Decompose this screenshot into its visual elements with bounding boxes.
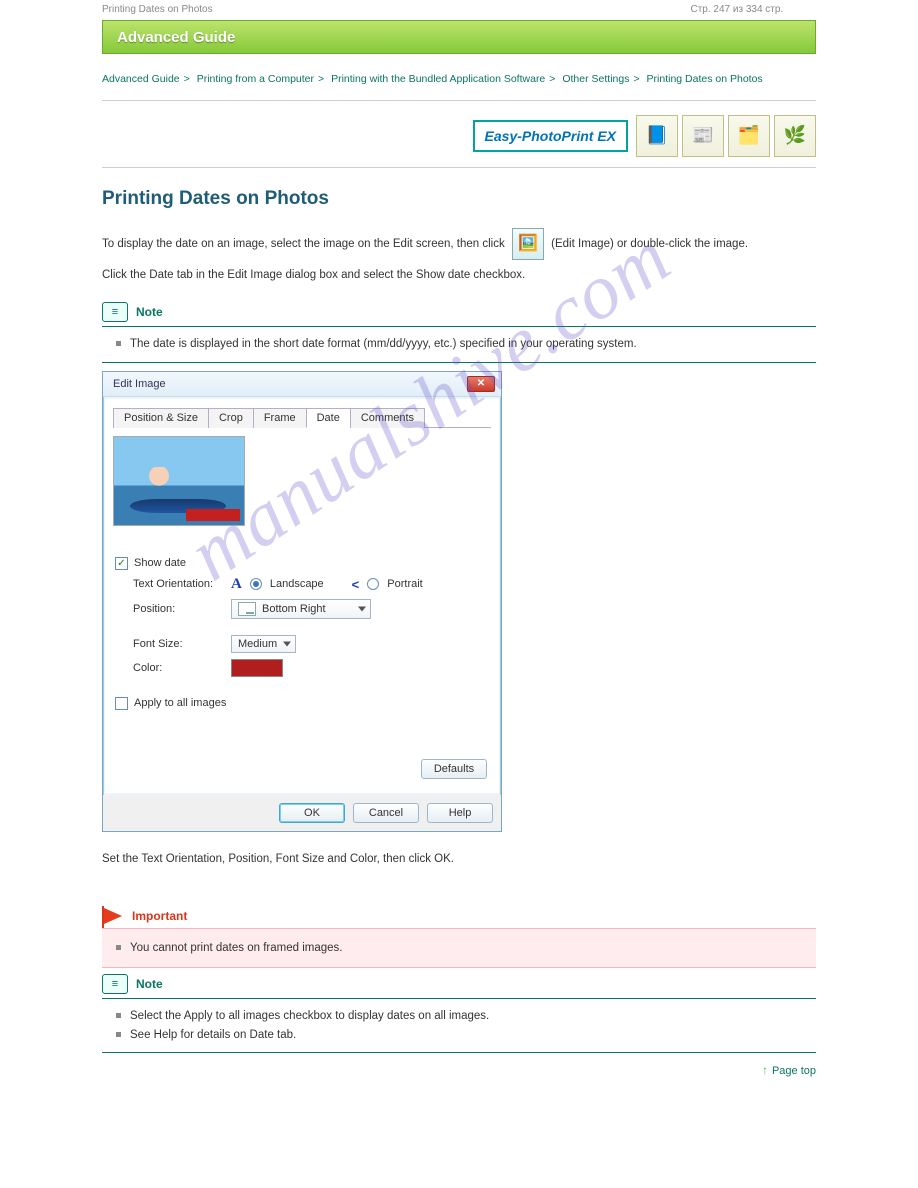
- page-number: Стр. 247 из 334 стр.: [691, 4, 784, 15]
- orientation-landscape-radio[interactable]: [250, 578, 262, 590]
- note-list: The date is displayed in the short date …: [102, 331, 816, 357]
- banner: Advanced Guide: [102, 20, 816, 54]
- position-select[interactable]: Bottom Right: [231, 599, 371, 619]
- list-item: The date is displayed in the short date …: [130, 335, 816, 353]
- list-item: Select the Apply to all images checkbox …: [130, 1007, 816, 1025]
- image-preview: [113, 436, 245, 526]
- note-icon: ≡: [102, 974, 128, 994]
- after-dialog-text: Set the Text Orientation, Position, Font…: [102, 850, 816, 868]
- color-label: Color:: [133, 662, 223, 674]
- thumb-sticker-icon[interactable]: 🌿: [774, 115, 816, 157]
- list-item: See Help for details on Date tab.: [130, 1026, 816, 1044]
- defaults-button[interactable]: Defaults: [421, 759, 487, 779]
- orientation-label: Text Orientation:: [133, 578, 223, 590]
- up-arrow-icon: ↑: [762, 1063, 772, 1077]
- important-title: Important: [132, 909, 187, 923]
- flag-icon: [102, 908, 124, 924]
- apply-all-checkbox[interactable]: [115, 697, 128, 710]
- cancel-button[interactable]: Cancel: [353, 803, 419, 823]
- thumb-album-icon[interactable]: 📘: [636, 115, 678, 157]
- dialog-title: Edit Image: [113, 378, 166, 390]
- page-title: Printing Dates on Photos: [102, 188, 816, 210]
- tab-comments[interactable]: Comments: [350, 408, 425, 428]
- bc-item[interactable]: Printing from a Computer: [197, 73, 314, 85]
- apply-all-label: Apply to all images: [134, 697, 226, 709]
- landscape-icon: A: [231, 576, 242, 593]
- orientation-portrait-radio[interactable]: [367, 578, 379, 590]
- thumb-grid-icon[interactable]: 🗂️: [728, 115, 770, 157]
- note-title: Note: [136, 977, 163, 991]
- position-swatch-icon: [238, 602, 256, 616]
- orientation-landscape-text: Landscape: [270, 578, 324, 590]
- bc-item: Printing Dates on Photos: [647, 73, 763, 85]
- help-button[interactable]: Help: [427, 803, 493, 823]
- bc-item[interactable]: Advanced Guide: [102, 73, 180, 85]
- color-picker[interactable]: [231, 659, 283, 677]
- show-date-label: Show date: [134, 557, 186, 569]
- easy-photoprint-badge: Easy-PhotoPrint EX: [473, 120, 628, 152]
- orientation-portrait-text: Portrait: [387, 578, 422, 590]
- page-header-label: Printing Dates on Photos: [102, 4, 213, 15]
- intro-para-2: Click the Date tab in the Edit Image dia…: [102, 266, 816, 284]
- fontsize-select[interactable]: Medium: [231, 635, 296, 653]
- list-item: You cannot print dates on framed images.: [130, 939, 816, 957]
- page-top-link[interactable]: ↑Page top: [102, 1063, 816, 1077]
- breadcrumb: Advanced Guide> Printing from a Computer…: [102, 68, 816, 96]
- show-date-checkbox[interactable]: ✓: [115, 557, 128, 570]
- edit-image-dialog: Edit Image ✕ Position & Size Crop Frame …: [102, 371, 502, 832]
- intro-para: To display the date on an image, select …: [102, 228, 816, 260]
- note-title: Note: [136, 305, 163, 319]
- thumb-newspaper-icon[interactable]: 📰: [682, 115, 724, 157]
- banner-title: Advanced Guide: [117, 29, 235, 46]
- position-label: Position:: [133, 603, 223, 615]
- bc-item[interactable]: Other Settings: [562, 73, 629, 85]
- date-overlay-preview: [186, 509, 240, 521]
- bc-item[interactable]: Printing with the Bundled Application So…: [331, 73, 545, 85]
- close-button[interactable]: ✕: [467, 376, 495, 392]
- fontsize-label: Font Size:: [133, 638, 223, 650]
- note-icon: ≡: [102, 302, 128, 322]
- portrait-icon: <: [352, 577, 360, 592]
- tab-position-size[interactable]: Position & Size: [113, 408, 209, 428]
- tab-crop[interactable]: Crop: [208, 408, 254, 428]
- edit-image-icon[interactable]: 🖼️: [512, 228, 544, 260]
- tab-frame[interactable]: Frame: [253, 408, 307, 428]
- ok-button[interactable]: OK: [279, 803, 345, 823]
- tab-date[interactable]: Date: [306, 408, 351, 428]
- dialog-tabs: Position & Size Crop Frame Date Comments: [113, 407, 491, 428]
